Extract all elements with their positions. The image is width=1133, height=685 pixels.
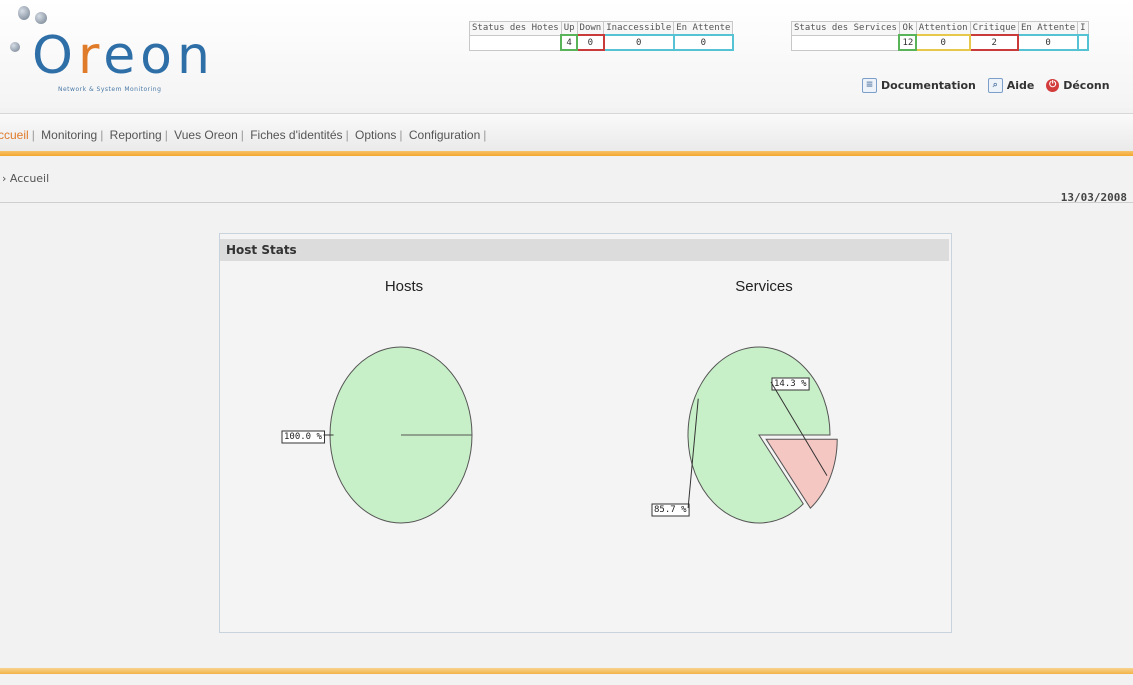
service-status-spacer — [791, 34, 900, 51]
documentation-link[interactable]: ≡ Documentation — [862, 78, 976, 93]
host-down-header: Down — [576, 21, 605, 36]
pie-charts: 100.0 % 85.7 % 14.3 % — [281, 346, 838, 524]
menu-item-accueil[interactable]: ccueil — [0, 128, 29, 142]
logo-dot — [18, 6, 30, 20]
service-status-table: Status des Services Ok Attention Critiqu… — [791, 21, 1090, 51]
host-down-count[interactable]: 0 — [576, 34, 605, 51]
menu-separator: | — [345, 128, 349, 142]
menu-item-fiches-identites[interactable]: Fiches d'identités — [250, 128, 342, 142]
main-menu-bar: ccueil | Monitoring | Reporting | Vues Oreo… — [0, 113, 1133, 156]
host-status-table: Status des Hotes Up Down Inaccessible En… — [469, 21, 734, 51]
top-links: ≡ Documentation ⌕ Aide ⏻ Déconn — [862, 77, 1118, 93]
help-label: Aide — [1006, 79, 1035, 92]
service-pending-count[interactable]: 0 — [1017, 34, 1079, 51]
menu-separator: | — [164, 128, 168, 142]
document-icon: ≡ — [862, 78, 877, 93]
menu-separator: | — [31, 128, 35, 142]
host-up-count[interactable]: 4 — [560, 34, 579, 51]
service-status-label: Status des Services — [791, 21, 900, 36]
menu-item-configuration[interactable]: Configuration — [409, 128, 480, 142]
menu-item-vues-oreon[interactable]: Vues Oreon — [174, 128, 238, 142]
menu-separator: | — [240, 128, 244, 142]
pie-label-text: 100.0 % — [284, 432, 323, 442]
service-pending-header: En Attente — [1017, 21, 1079, 36]
pie-label: 100.0 % — [281, 430, 326, 444]
menu-item-options[interactable]: Options — [355, 128, 396, 142]
oreon-logo[interactable]: Oreon Network & System Monitoring — [8, 4, 238, 100]
menu-item-monitoring[interactable]: Monitoring — [41, 128, 97, 142]
menu-accent-stripe — [0, 151, 1133, 156]
host-pending-header: En Attente — [673, 21, 734, 36]
logout-label: Déconn — [1063, 79, 1110, 92]
pie-label: 85.7 % — [651, 503, 690, 517]
menu-separator: | — [399, 128, 403, 142]
logout-link[interactable]: ⏻ Déconn — [1046, 79, 1110, 92]
service-ok-count[interactable]: 12 — [898, 34, 918, 51]
main-menu: ccueil | Monitoring | Reporting | Vues Oreo… — [0, 128, 489, 142]
host-status-spacer — [469, 34, 562, 51]
breadcrumb[interactable]: › Accueil — [2, 172, 49, 185]
logo-dot — [35, 12, 47, 24]
service-ok-header: Ok — [898, 21, 917, 36]
logo-dot — [10, 42, 20, 52]
host-up-header: Up — [560, 21, 578, 36]
host-status-label: Status des Hotes — [469, 21, 562, 36]
power-icon: ⏻ — [1046, 79, 1060, 92]
logo-tagline: Network & System Monitoring — [58, 86, 162, 93]
host-stats-panel: Host Stats Hosts Services 100.0 % 85.7 % 1… — [219, 233, 952, 633]
service-critical-header: Critique — [969, 21, 1019, 36]
footer-stripe — [0, 668, 1133, 674]
pie-label: 14.3 % — [771, 377, 810, 391]
service-critical-count[interactable]: 2 — [969, 34, 1020, 51]
host-inaccessible-count[interactable]: 0 — [602, 34, 675, 51]
host-inaccessible-header: Inaccessible — [603, 21, 675, 36]
menu-item-reporting[interactable]: Reporting — [110, 128, 162, 142]
menu-separator: | — [100, 128, 104, 142]
menu-separator: | — [483, 128, 487, 142]
pie-label-text: 14.3 % — [774, 379, 807, 389]
service-unknown-count[interactable] — [1076, 34, 1090, 51]
help-icon: ⌕ — [987, 78, 1003, 93]
pie-label-text: 85.7 % — [654, 505, 687, 515]
header: Oreon Network & System Monitoring Status… — [0, 0, 1133, 108]
service-warning-count[interactable]: 0 — [915, 34, 972, 51]
divider — [0, 202, 1133, 203]
documentation-label: Documentation — [881, 79, 976, 92]
service-warning-header: Attention — [915, 21, 971, 36]
help-link[interactable]: ⌕ Aide — [987, 78, 1035, 93]
logo-name: Oreon — [32, 26, 215, 86]
service-unknown-header: I — [1077, 21, 1089, 36]
host-pending-count[interactable]: 0 — [672, 34, 734, 51]
